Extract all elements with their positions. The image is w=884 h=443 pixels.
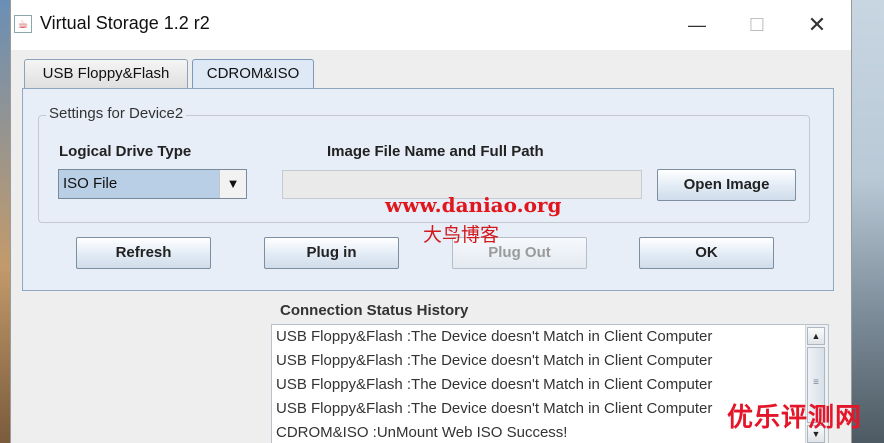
drive-type-select[interactable]: ISO File ▼: [58, 169, 247, 199]
ok-button[interactable]: OK: [639, 237, 774, 269]
list-item: USB Floppy&Flash :The Device doesn't Mat…: [276, 376, 713, 393]
drive-type-label: Logical Drive Type: [59, 143, 192, 160]
refresh-button[interactable]: Refresh: [76, 237, 211, 269]
scroll-up-arrow-icon[interactable]: ▲: [807, 327, 825, 345]
open-image-button[interactable]: Open Image: [657, 169, 796, 201]
tab-cdrom-iso[interactable]: CDROM&ISO: [192, 59, 314, 90]
window-title: Virtual Storage 1.2 r2: [40, 13, 210, 33]
image-path-label: Image File Name and Full Path: [327, 143, 544, 160]
settings-group-title: Settings for Device2: [46, 105, 187, 122]
corner-watermark: 优乐评测网: [727, 402, 863, 432]
java-app-icon: ☕: [14, 15, 32, 33]
list-item: USB Floppy&Flash :The Device doesn't Mat…: [276, 352, 713, 369]
close-button[interactable]: ✕: [795, 10, 839, 40]
minimize-button[interactable]: —: [675, 10, 719, 40]
list-item: USB Floppy&Flash :The Device doesn't Mat…: [276, 328, 713, 345]
site-watermark: www.daniao.org: [385, 193, 562, 217]
maximize-button[interactable]: ☐: [735, 10, 779, 40]
chevron-down-icon[interactable]: ▼: [219, 170, 246, 198]
plug-in-button[interactable]: Plug in: [264, 237, 399, 269]
desktop-background-right: [850, 0, 884, 443]
site-cn-watermark: 大鸟博客: [423, 225, 500, 246]
status-history-title: Connection Status History: [278, 302, 471, 319]
title-bar: ☕ Virtual Storage 1.2 r2 — ☐ ✕: [11, 0, 851, 50]
tab-usb-floppy-flash[interactable]: USB Floppy&Flash: [24, 59, 188, 89]
drive-type-selected-value: ISO File: [59, 170, 220, 198]
